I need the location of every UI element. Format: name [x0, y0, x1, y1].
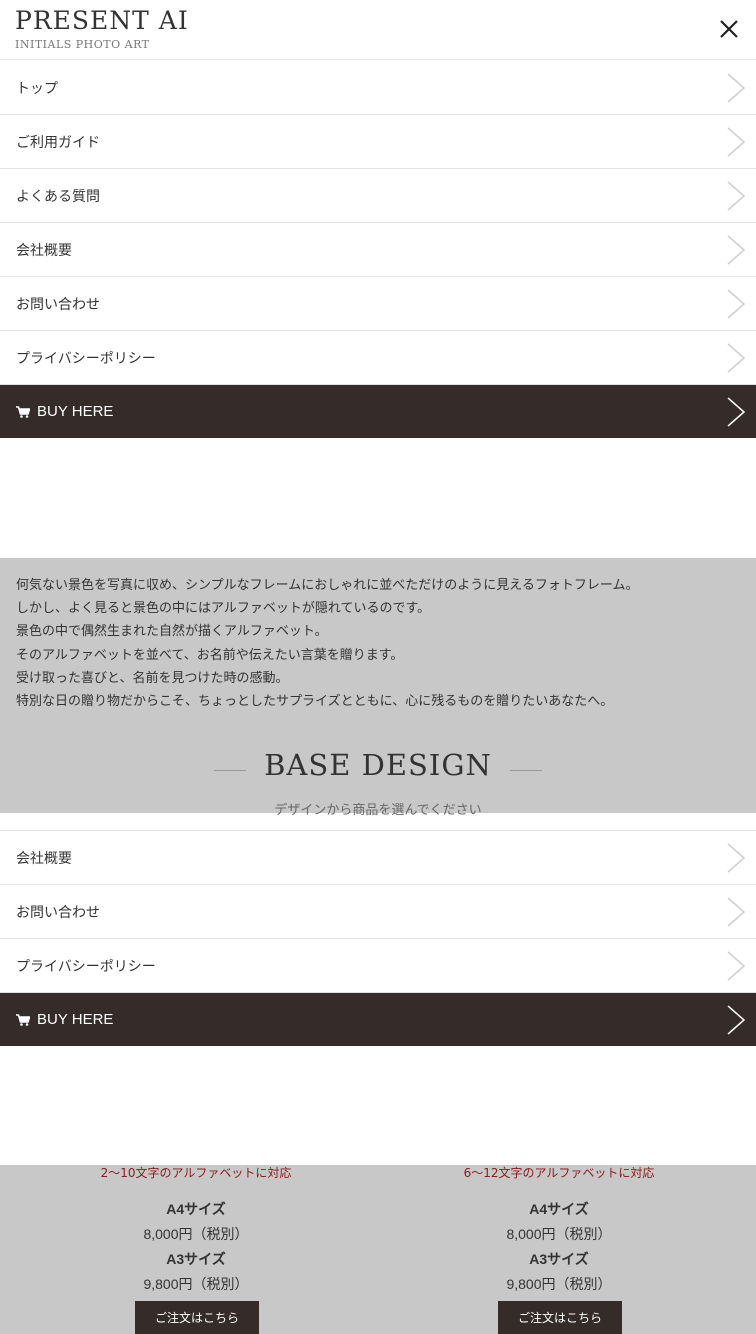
chevron-right-icon: [727, 1005, 746, 1035]
intro-line: 特別な日の贈り物だからこそ、ちょっとしたサプライズとともに、心に残るものを贈りた…: [16, 694, 614, 710]
product-card: 6〜12文字のアルファベットに対応 A4サイズ 8,000円（税別） A3サイズ…: [370, 1165, 748, 1294]
menu-item-company[interactable]: 会社概要: [0, 831, 756, 885]
order-button[interactable]: ご注文はこちら: [135, 1301, 259, 1334]
menu-item-contact[interactable]: お問い合わせ: [0, 885, 756, 939]
intro-text: 何気ない景色を写真に収め、シンプルなフレームにおしゃれに並べただけのように見える…: [16, 574, 638, 713]
chevron-right-icon: [727, 235, 746, 265]
menu-item-privacy[interactable]: プライバシーポリシー: [0, 331, 756, 385]
chevron-right-icon: [727, 897, 746, 927]
cart-icon: [16, 405, 30, 418]
product-price-a3: 9,800円（税別）: [506, 1276, 612, 1292]
base-design-heading: BASE DESIGN: [0, 748, 756, 782]
menu-item-company[interactable]: 会社概要: [0, 223, 756, 277]
close-icon[interactable]: [718, 18, 740, 40]
intro-line: 景色の中で偶然生まれた自然が描くアルファベット。: [16, 624, 328, 640]
cart-icon: [16, 1013, 30, 1026]
product-note: 6〜12文字のアルファベットに対応: [463, 1166, 655, 1180]
intro-line: そのアルファベットを並べて、お名前や伝えたい言葉を贈ります。: [16, 647, 404, 663]
intro-line: 受け取った喜びと、名前を見つけた時の感動。: [16, 670, 289, 686]
order-button[interactable]: ご注文はこちら: [498, 1301, 622, 1334]
menu-item-privacy[interactable]: プライバシーポリシー: [0, 939, 756, 993]
product-price-a4: 8,000円（税別）: [506, 1226, 612, 1242]
chevron-right-icon: [727, 397, 746, 427]
base-design-title-text: BASE DESIGN: [264, 748, 492, 782]
chevron-right-icon: [727, 951, 746, 981]
menu-item-label: プライバシーポリシー: [16, 958, 156, 975]
buy-here-button[interactable]: BUY HERE: [0, 993, 756, 1046]
chevron-right-icon: [727, 843, 746, 873]
base-design-subtitle: デザインから商品を選んでください: [274, 803, 482, 818]
header: PRESENT AI INITIALS PHOTO ART: [0, 0, 756, 60]
title-divider-right: [509, 770, 542, 771]
buy-here-button[interactable]: BUY HERE: [0, 385, 756, 438]
product-size-a4: A4サイズ: [166, 1201, 226, 1217]
base-design-title: BASE DESIGN: [214, 748, 542, 782]
chevron-right-icon: [727, 343, 746, 373]
menu-item-label: お問い合わせ: [16, 296, 100, 313]
product-price-a4: 8,000円（税別）: [143, 1226, 249, 1242]
menu-top: トップ ご利用ガイド よくある質問 会社概要 お問い合わせ プライバシーポリシー…: [0, 61, 756, 438]
product-size-a3: A3サイズ: [529, 1251, 589, 1267]
title-divider-left: [214, 770, 247, 771]
intro-line: 何気ない景色を写真に収め、シンプルなフレームにおしゃれに並べただけのように見える…: [16, 578, 639, 593]
menu-item-label: よくある質問: [16, 188, 100, 205]
menu-item-label: 会社概要: [16, 850, 72, 867]
products-band: 2〜10文字のアルファベットに対応 A4サイズ 8,000円（税別） A3サイズ…: [0, 1165, 756, 1334]
product-price-a3: 9,800円（税別）: [143, 1276, 249, 1292]
buy-here-label: BUY HERE: [37, 1011, 114, 1028]
menu-item-faq[interactable]: よくある質問: [0, 169, 756, 223]
intro-line: しかし、よく見ると景色の中にはアルファベットが隠れているのです。: [16, 601, 431, 617]
menu-item-label: お問い合わせ: [16, 904, 100, 921]
logo-subtitle: INITIALS PHOTO ART: [15, 38, 150, 51]
logo-title[interactable]: PRESENT AI: [15, 6, 189, 35]
menu-item-contact[interactable]: お問い合わせ: [0, 277, 756, 331]
chevron-right-icon: [727, 73, 746, 103]
chevron-right-icon: [727, 289, 746, 319]
menu-item-label: トップ: [16, 80, 58, 97]
product-size-a4: A4サイズ: [529, 1201, 589, 1217]
menu-bottom: 会社概要 お問い合わせ プライバシーポリシー BUY HERE: [0, 830, 756, 1046]
product-note: 2〜10文字のアルファベットに対応: [100, 1166, 292, 1180]
menu-item-label: 会社概要: [16, 242, 72, 259]
menu-item-label: プライバシーポリシー: [16, 350, 156, 367]
menu-item-top[interactable]: トップ: [0, 61, 756, 115]
intro-band: 何気ない景色を写真に収め、シンプルなフレームにおしゃれに並べただけのように見える…: [0, 558, 756, 818]
product-card: 2〜10文字のアルファベットに対応 A4サイズ 8,000円（税別） A3サイズ…: [7, 1165, 385, 1294]
chevron-right-icon: [727, 127, 746, 157]
menu-item-label: ご利用ガイド: [16, 134, 100, 151]
menu-item-guide[interactable]: ご利用ガイド: [0, 115, 756, 169]
product-size-a3: A3サイズ: [166, 1251, 226, 1267]
chevron-right-icon: [727, 181, 746, 211]
buy-here-label: BUY HERE: [37, 403, 114, 420]
